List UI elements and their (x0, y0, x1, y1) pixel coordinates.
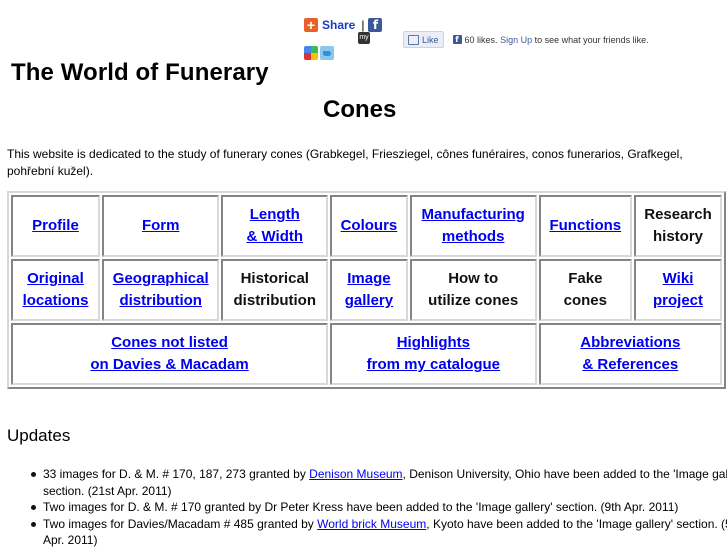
page-title-line2: Cones (323, 96, 397, 123)
update-item: Two images for D. & M. # 170 granted by … (31, 499, 727, 516)
nav-cell-line2: & Width (246, 228, 304, 245)
nav-cell-line1: Geographical (112, 270, 209, 287)
share-link[interactable]: Share (322, 18, 355, 32)
update-museum-link[interactable]: World brick Museum (317, 517, 426, 531)
twitter-icon[interactable] (320, 46, 334, 60)
update-text: Two images for Davies/Macadam # 485 gran… (43, 516, 318, 531)
nav-cell-line1: Manufacturing (421, 206, 525, 223)
nav-cell-line2: methods (441, 228, 505, 245)
nav-cell-line1: Fake (568, 270, 603, 287)
nav-cell-line2: history (653, 228, 704, 245)
nav-cell-line1: Research (644, 206, 712, 223)
nav-cell-line1: Abbreviations (580, 334, 681, 351)
nav-cell-line1: Length (249, 206, 300, 223)
nav-cell: Fake cones (538, 259, 633, 321)
nav-geographical-distribution-link[interactable]: Geographical distribution (113, 270, 209, 309)
nav-cell: Original locations (11, 259, 100, 321)
nav-cell-line1: Original (27, 270, 84, 287)
nav-cell-line2: project (653, 292, 704, 309)
nav-cell-line2: on Davies & Macadam (90, 356, 249, 373)
nav-cell: Length & Width (221, 195, 329, 257)
nav-cell-line1: Cones not listed (111, 334, 228, 351)
update-museum-link[interactable]: Denison Museum (309, 467, 402, 481)
updates-heading: Updates (7, 426, 71, 445)
nav-manufacturing-methods-link[interactable]: Manufacturing methods (422, 206, 525, 245)
nav-row: Cones not listed on Davies & Macadam Highl… (11, 323, 722, 385)
social-share-block: + Share | f my (304, 16, 383, 60)
nav-form-link[interactable]: Form (142, 217, 180, 234)
nav-cones-not-listed-on-davies-and-macadam-link[interactable]: Cones not listed on Davies & Macadam (90, 334, 248, 373)
nav-cell: Abbreviations & References (538, 323, 722, 385)
nav-cell-line2: distribution (119, 292, 202, 309)
nav-cell: Geographical distribution (101, 259, 220, 321)
nav-functions-link[interactable]: Functions (549, 217, 621, 234)
nav-cell-line1: Functions (549, 217, 622, 234)
updates-list: 33 images for D. & M. # 170, 187, 273 gr… (0, 466, 727, 549)
nav-cell-line2: locations (22, 292, 89, 309)
nav-cell: Highlights from my catalogue (330, 323, 537, 385)
nav-profile-link[interactable]: Profile (32, 217, 79, 234)
nav-highlights-from-my-catalogue-link[interactable]: Highlights from my catalogue (367, 334, 500, 373)
nav-cell-line2: from my catalogue (366, 356, 501, 373)
nav-wiki-project-link[interactable]: Wiki project (653, 270, 703, 309)
nav-historical-distribution-label: Historical distribution (234, 270, 317, 309)
nav-cell-line2: cones (563, 292, 607, 309)
facebook-small-icon: f (452, 35, 462, 44)
facebook-like-widget: Like f 60 likes. Sign Up to see what you… (403, 31, 649, 48)
navigation-table: Profile Form Length & Width Colours Manufactu… (7, 191, 726, 389)
likes-suffix: to see what your friends like. (534, 34, 649, 45)
nav-cell: Functions (538, 195, 633, 257)
update-text: 33 images for D. & M. # 170, 187, 273 gr… (43, 467, 310, 481)
nav-original-locations-link[interactable]: Original locations (23, 270, 89, 309)
google-icon[interactable] (304, 46, 318, 60)
nav-cell-line2: utilize cones (428, 292, 519, 309)
nav-cell: Historical distribution (221, 259, 329, 321)
share-separator: | (361, 18, 365, 32)
nav-cell: Image gallery (330, 259, 408, 321)
nav-cell-line1: Wiki (662, 270, 694, 287)
nav-cell: Wiki project (634, 259, 722, 321)
nav-row: Original locations Geographical distributio… (11, 259, 722, 321)
share-plus-icon[interactable]: + (304, 18, 318, 32)
nav-cell-line1: Form (141, 217, 180, 234)
nav-cell-line2: & References (582, 356, 679, 373)
nav-cell: Research history (634, 195, 722, 257)
nav-cell: Form (101, 195, 220, 257)
nav-fake-cones-label: Fake cones (564, 270, 607, 309)
likes-summary: 60 likes. Sign Up to see what your frien… (465, 35, 649, 45)
thumbs-up-icon (408, 34, 419, 45)
nav-cell: How to utilize cones (409, 259, 537, 321)
nav-cell-line1: Image (347, 270, 391, 287)
update-item: 33 images for D. & M. # 170, 187, 273 gr… (31, 466, 727, 499)
nav-cell: Cones not listed on Davies & Macadam (11, 323, 329, 385)
signup-link[interactable]: Sign Up (500, 35, 532, 45)
nav-research-history-label: Research history (644, 206, 712, 245)
nav-cell-line1: How to (448, 270, 499, 287)
nav-cell-line1: Colours (340, 217, 398, 234)
nav-cell-line2: gallery (344, 292, 394, 309)
like-button[interactable]: Like (403, 31, 444, 48)
nav-image-gallery-link[interactable]: Image gallery (345, 270, 393, 309)
nav-cell: Manufacturing methods (409, 195, 537, 257)
nav-colours-link[interactable]: Colours (341, 217, 398, 234)
myspace-icon[interactable]: my (358, 32, 370, 44)
update-item: Two images for Davies/Macadam # 485 gran… (31, 516, 727, 549)
likes-count: 60 likes. (464, 34, 498, 45)
nav-cell-line1: Historical (240, 270, 309, 287)
like-button-label: Like (422, 34, 439, 45)
page-title-line1: The World of Funerary (11, 59, 269, 86)
nav-cell-line1: Highlights (396, 334, 471, 351)
facebook-icon[interactable]: f (368, 18, 383, 32)
intro-text: This website is dedicated to the study o… (7, 147, 683, 178)
nav-cell-line2: distribution (233, 292, 317, 309)
update-text: Two images for D. & M. # 170 granted by … (43, 500, 679, 514)
nav-how-to-utilize-cones-label: How to utilize cones (428, 270, 518, 309)
nav-row: Profile Form Length & Width Colours Manufactu… (11, 195, 722, 257)
nav-cell-line1: Profile (32, 217, 79, 234)
nav-cell: Colours (330, 195, 408, 257)
nav-abbreviations-and-references-link[interactable]: Abbreviations & References (580, 334, 680, 373)
nav-cell: Profile (11, 195, 100, 257)
nav-length-and-width-link[interactable]: Length & Width (247, 206, 304, 245)
